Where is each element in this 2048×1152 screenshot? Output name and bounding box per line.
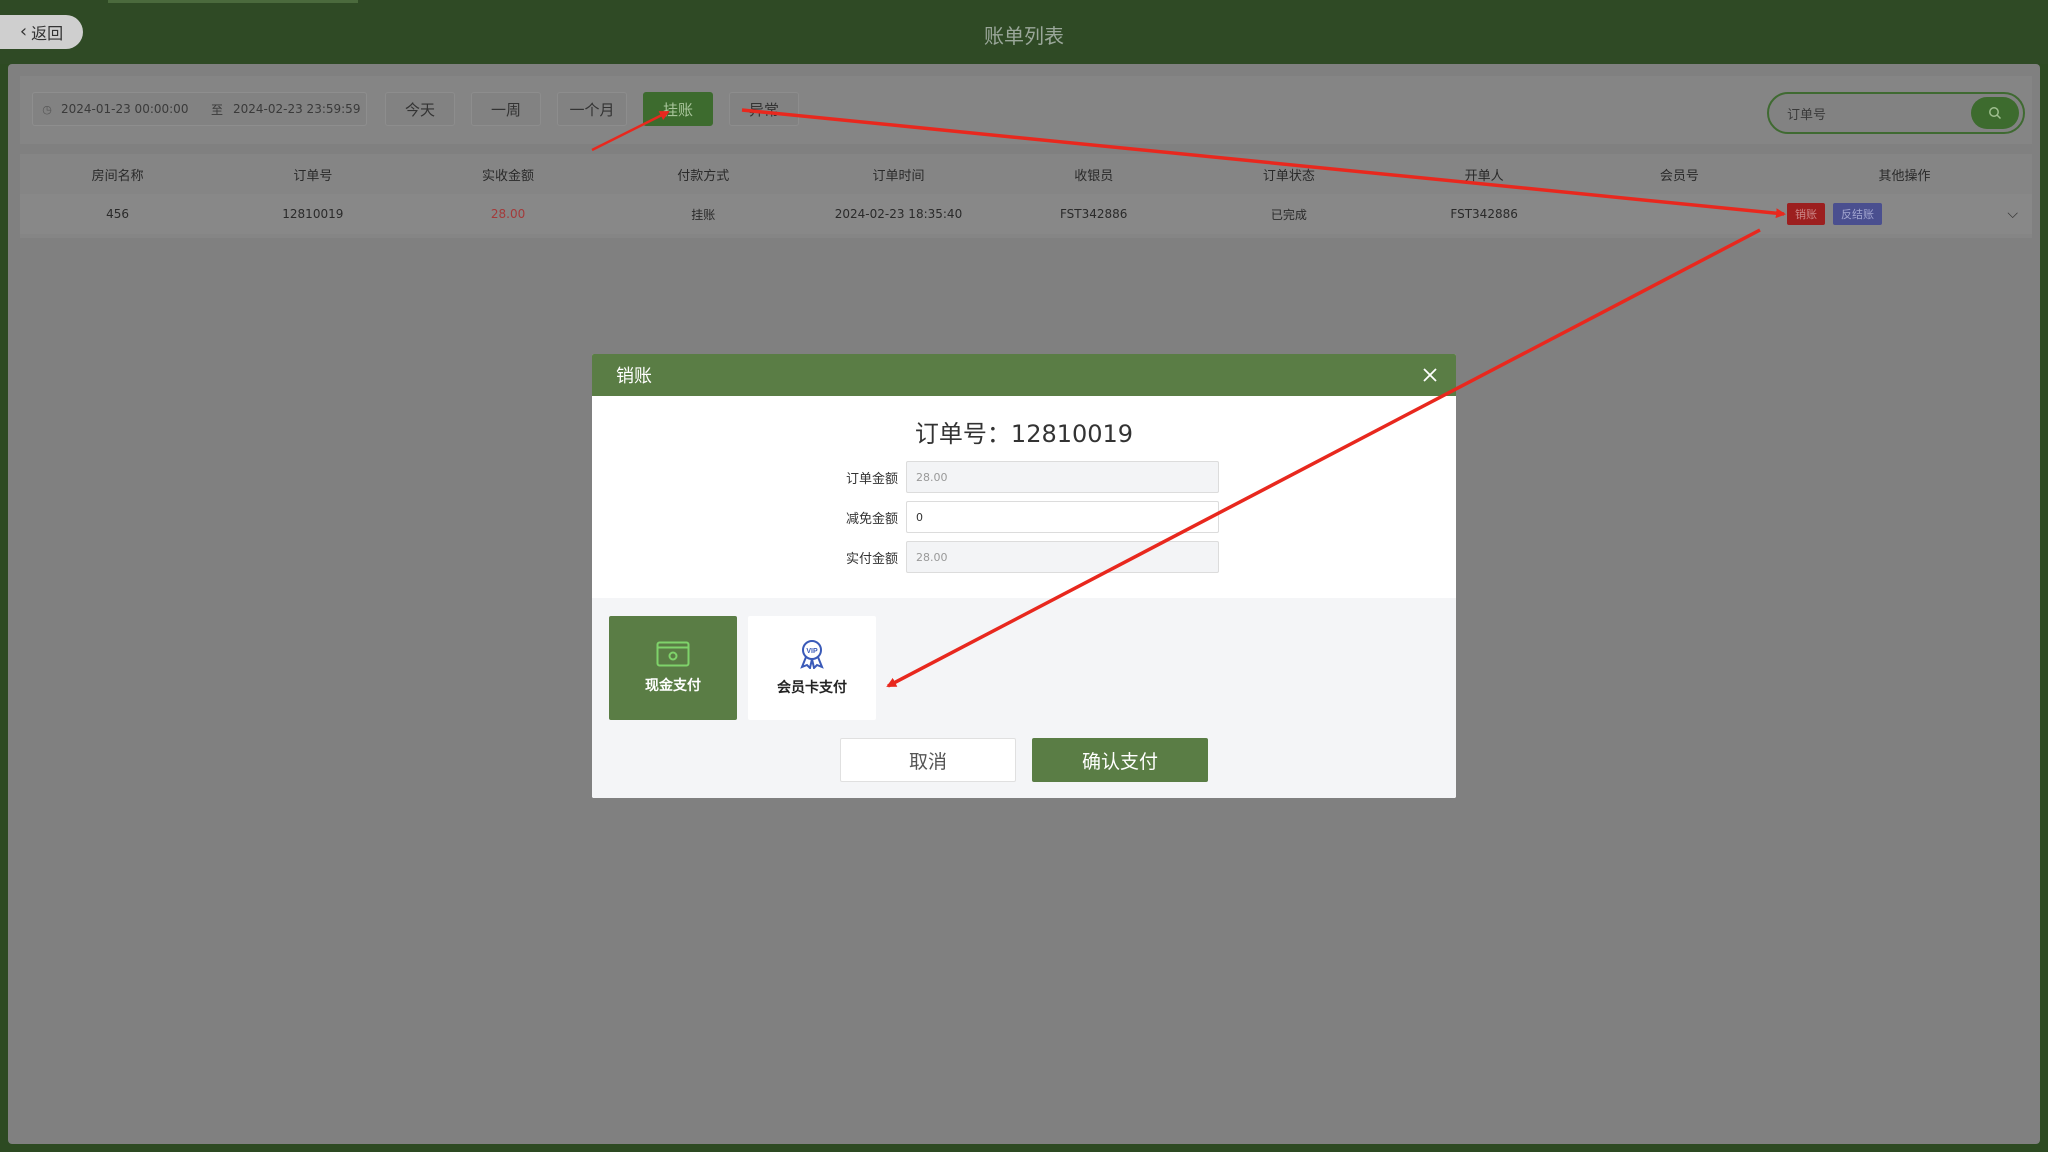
clock-icon: ◷ bbox=[42, 102, 52, 116]
close-icon[interactable] bbox=[1418, 363, 1442, 387]
col-member-no: 会员号 bbox=[1659, 168, 1699, 184]
date-end[interactable]: 2024-02-23 23:59:59 bbox=[233, 102, 363, 116]
confirm-payment-button[interactable]: 确认支付 bbox=[1032, 738, 1208, 782]
bill-table: 房间名称 订单号 实收金额 付款方式 订单时间 收银员 订单状态 开单人 会员号… bbox=[20, 154, 2032, 238]
write-off-button[interactable]: 销账 bbox=[1786, 203, 1825, 225]
chevron-down-icon[interactable]: ⌵ bbox=[2007, 194, 2018, 234]
paid-amount-row: 实付金额 28.00 bbox=[592, 541, 1456, 573]
col-opener: 开单人 bbox=[1464, 168, 1504, 184]
member-card-payment-label: 会员卡支付 bbox=[777, 680, 847, 696]
cell-order-no: 12810019 bbox=[282, 207, 344, 221]
cell-status: 已完成 bbox=[1270, 207, 1307, 222]
col-cashier: 收银员 bbox=[1074, 168, 1114, 184]
order-amount-row: 订单金额 28.00 bbox=[592, 461, 1456, 493]
cell-amount: 28.00 bbox=[490, 207, 526, 221]
quick-filter-abnormal[interactable]: 异常 bbox=[729, 92, 799, 126]
quick-filter-month[interactable]: 一个月 bbox=[557, 92, 627, 126]
order-amount-label: 订单金额 bbox=[845, 471, 898, 487]
col-order-no: 订单号 bbox=[293, 168, 333, 184]
quick-filter-credit[interactable]: 挂账 bbox=[643, 92, 713, 126]
top-tab-strip bbox=[108, 0, 358, 3]
col-status: 订单状态 bbox=[1262, 168, 1315, 184]
filter-bar: ◷ 2024-01-23 00:00:00 至 2024-02-23 23:59… bbox=[20, 76, 2032, 144]
vip-badge-icon: VIP bbox=[800, 640, 824, 669]
member-card-payment-option[interactable]: VIP 会员卡支付 bbox=[748, 616, 876, 720]
cell-opener: FST342886 bbox=[1450, 207, 1518, 221]
date-range-picker[interactable]: ◷ 2024-01-23 00:00:00 至 2024-02-23 23:59… bbox=[32, 92, 367, 126]
col-amount: 实收金额 bbox=[482, 168, 535, 184]
col-pay-method: 付款方式 bbox=[677, 168, 730, 184]
dialog-header: 销账 bbox=[592, 354, 1456, 396]
cash-icon bbox=[656, 641, 690, 667]
quick-filter-today[interactable]: 今天 bbox=[385, 92, 455, 126]
discount-amount-field[interactable]: 0 bbox=[906, 501, 1219, 533]
date-separator: 至 bbox=[210, 102, 223, 117]
payment-method-area: 现金支付 VIP 会员卡支付 取消 确认支付 bbox=[592, 598, 1456, 798]
cell-cashier: FST342886 bbox=[1059, 207, 1128, 221]
col-order-time: 订单时间 bbox=[872, 168, 925, 184]
order-amount-field: 28.00 bbox=[906, 461, 1219, 493]
write-off-dialog: 销账 订单号：12810019 订单金额 28.00 减免金额 0 实付金额 2… bbox=[592, 354, 1456, 798]
paid-amount-field: 28.00 bbox=[906, 541, 1219, 573]
cash-payment-option[interactable]: 现金支付 bbox=[609, 616, 737, 720]
table-row[interactable]: 456 12810019 28.00 挂账 2024-02-23 18:35:4… bbox=[20, 194, 2032, 234]
search-button[interactable] bbox=[1971, 97, 2019, 129]
cell-room: 456 bbox=[106, 207, 130, 221]
search-box[interactable]: 订单号 bbox=[1767, 92, 2025, 134]
search-icon bbox=[1989, 107, 2002, 120]
quick-filter-week[interactable]: 一周 bbox=[471, 92, 541, 126]
reverse-checkout-button[interactable]: 反结账 bbox=[1832, 203, 1882, 225]
paid-amount-label: 实付金额 bbox=[845, 551, 898, 567]
discount-amount-row: 减免金额 0 bbox=[592, 501, 1456, 533]
cancel-button[interactable]: 取消 bbox=[840, 738, 1016, 782]
col-other-ops: 其他操作 bbox=[1878, 168, 1931, 184]
date-start[interactable]: 2024-01-23 00:00:00 bbox=[61, 102, 201, 116]
col-room: 房间名称 bbox=[91, 168, 144, 184]
row-actions: 销账 反结账 bbox=[1777, 203, 2032, 225]
search-input[interactable]: 订单号 bbox=[1769, 104, 1971, 123]
cell-pay-method: 挂账 bbox=[691, 207, 716, 222]
cash-payment-label: 现金支付 bbox=[645, 678, 701, 694]
page-title: 账单列表 bbox=[984, 24, 1064, 48]
table-header: 房间名称 订单号 实收金额 付款方式 订单时间 收银员 订单状态 开单人 会员号… bbox=[20, 154, 2032, 194]
cell-order-time: 2024-02-23 18:35:40 bbox=[834, 207, 963, 221]
dialog-title: 销账 bbox=[616, 366, 652, 387]
discount-amount-label: 减免金额 bbox=[845, 511, 898, 527]
top-header: ‹ 返回 账单列表 bbox=[0, 0, 2048, 64]
order-heading: 订单号：12810019 bbox=[914, 420, 1134, 448]
svg-text:VIP: VIP bbox=[806, 648, 818, 655]
